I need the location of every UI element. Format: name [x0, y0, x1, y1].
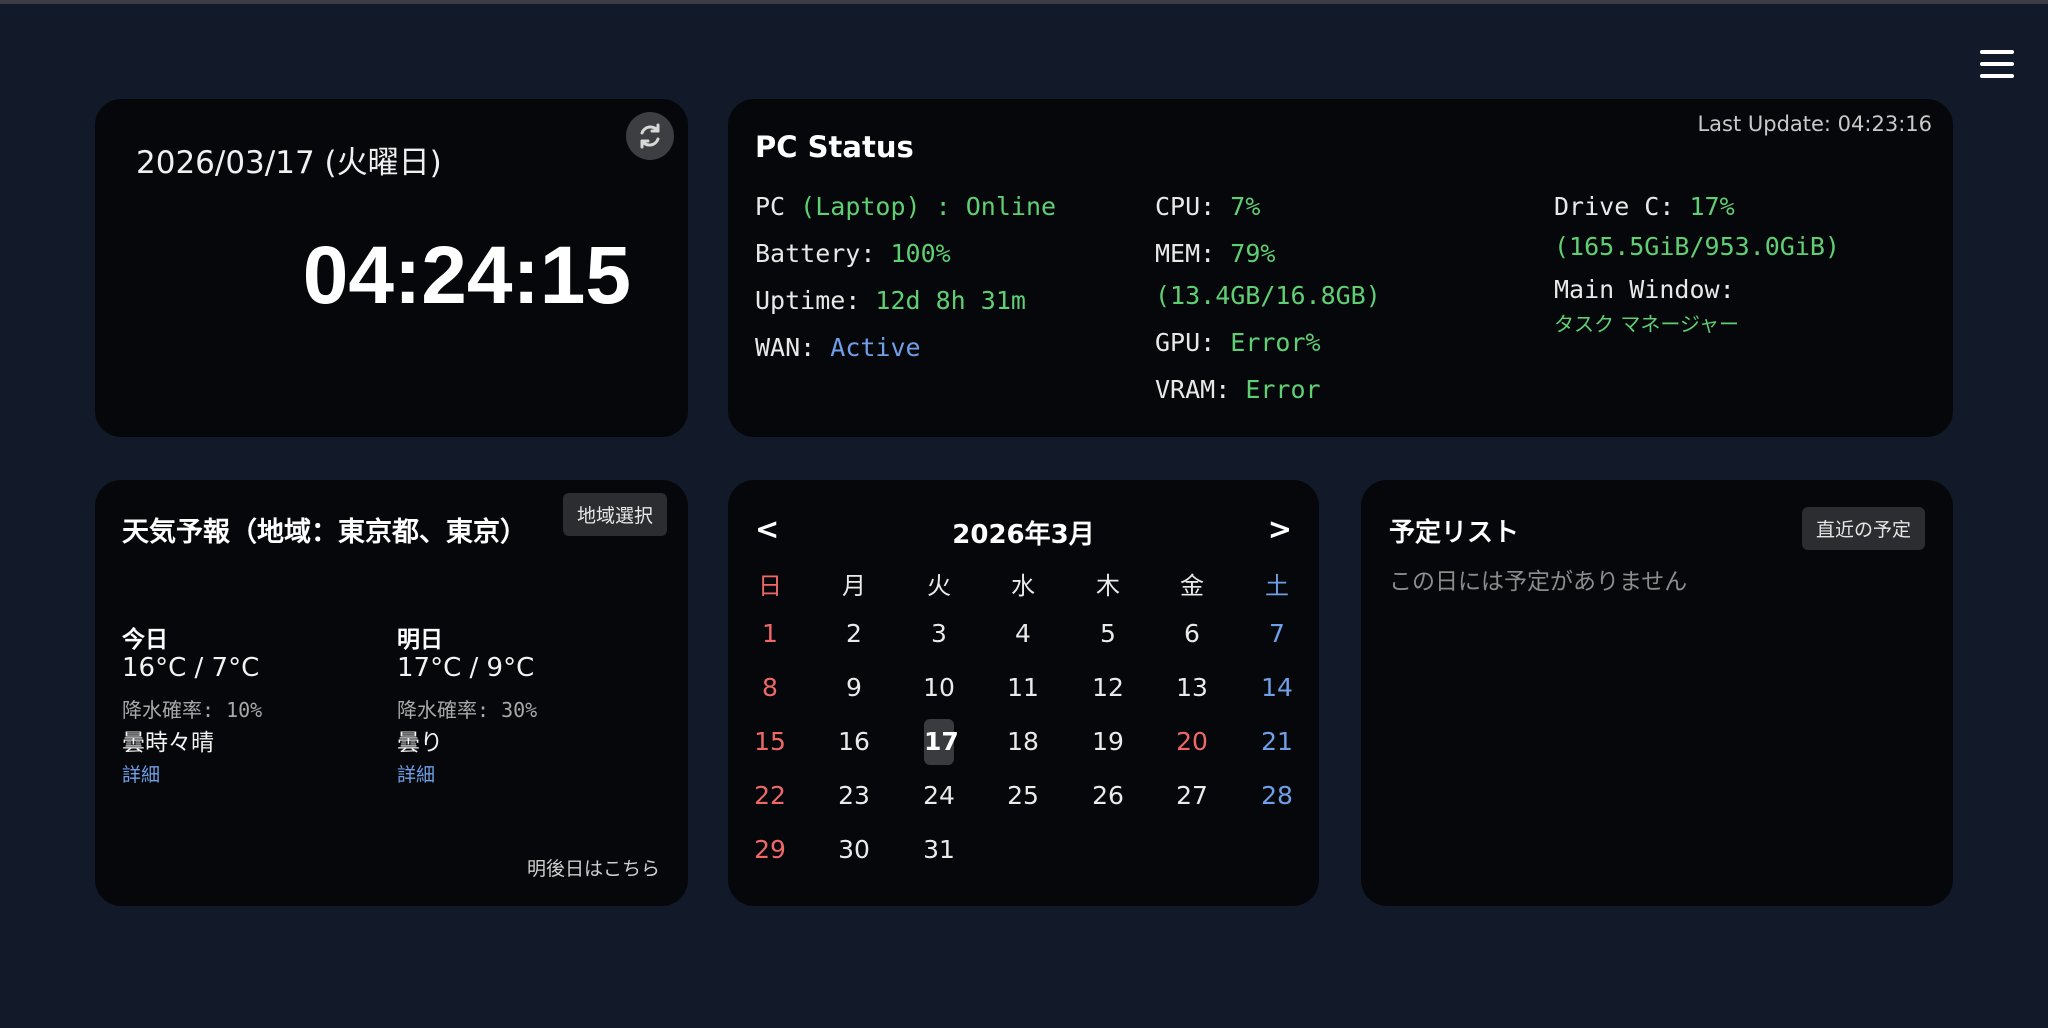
mem-value: 79% — [1230, 239, 1276, 268]
calendar-day[interactable]: 21 — [1257, 722, 1297, 762]
weather-title: 天気予報（地域：東京都、東京） — [122, 517, 527, 548]
drive-row: Drive C: 17% — [1554, 192, 1735, 221]
last-update: Last Update: 04:23:16 — [1697, 112, 1932, 136]
schedule-empty-message: この日には予定がありません — [1389, 569, 1688, 595]
calendar-day[interactable]: 16 — [834, 722, 874, 762]
pc-value: (Laptop) : Online — [800, 192, 1057, 221]
battery-row: Battery: 100% — [755, 239, 951, 268]
calendar-weekday-header: 木 — [1096, 572, 1120, 600]
clock-card: 2026/03/17 (火曜日) 04:24:15 — [95, 99, 688, 437]
tomorrow-condition: 曇り — [397, 730, 443, 756]
gpu-value: Error% — [1230, 328, 1321, 357]
calendar-day[interactable]: 22 — [750, 776, 790, 816]
calendar-weekday-header: 金 — [1180, 572, 1204, 600]
calendar-day[interactable]: 5 — [1088, 614, 1128, 654]
drive-value: 17% — [1689, 192, 1735, 221]
gpu-row: GPU: Error% — [1155, 328, 1321, 357]
calendar-day[interactable]: 7 — [1257, 614, 1297, 654]
refresh-icon[interactable] — [626, 112, 674, 160]
calendar-day[interactable]: 12 — [1088, 668, 1128, 708]
tomorrow-label: 明日 — [397, 627, 443, 653]
calendar-day[interactable]: 18 — [1003, 722, 1043, 762]
calendar-day[interactable]: 11 — [1003, 668, 1043, 708]
calendar-weekday-header: 水 — [1011, 572, 1035, 600]
upcoming-events-button[interactable]: 直近の予定 — [1801, 507, 1925, 550]
calendar-day[interactable]: 6 — [1172, 614, 1212, 654]
calendar-day[interactable]: 24 — [919, 776, 959, 816]
calendar-day[interactable]: 4 — [1003, 614, 1043, 654]
wan-row: WAN: Active — [755, 333, 921, 362]
uptime-label: Uptime: — [755, 286, 861, 315]
wan-label: WAN: — [755, 333, 816, 362]
pc-label: PC — [755, 192, 786, 221]
calendar-day[interactable]: 25 — [1003, 776, 1043, 816]
calendar-day[interactable]: 28 — [1257, 776, 1297, 816]
mem-row: MEM: 79% — [1155, 239, 1275, 268]
pc-online-row: PC (Laptop) : Online — [755, 192, 1056, 221]
calendar-day[interactable]: 13 — [1172, 668, 1212, 708]
schedule-card: 予定リスト 直近の予定 この日には予定がありません — [1361, 480, 1953, 906]
current-time: 04:24:15 — [302, 230, 631, 321]
cpu-label: CPU: — [1155, 192, 1216, 221]
uptime-row: Uptime: 12d 8h 31m — [755, 286, 1026, 315]
pc-status-card: PC Status Last Update: 04:23:16 PC (Lapt… — [728, 99, 1953, 437]
main-window-label: Main Window: — [1554, 275, 1735, 304]
today-temp: 16°C / 7°C — [122, 653, 260, 683]
battery-label: Battery: — [755, 239, 876, 268]
pc-status-title: PC Status — [755, 130, 914, 164]
today-label: 今日 — [122, 627, 168, 653]
calendar-weekday-header: 日 — [758, 572, 782, 600]
calendar-day[interactable]: 3 — [919, 614, 959, 654]
calendar-card: < 2026年3月 > 日月火水木金土 1 2 3 4 5 6 7 8 9 10 11 12 13 14 15… — [728, 480, 1319, 906]
battery-value: 100% — [890, 239, 951, 268]
calendar-day[interactable]: 27 — [1172, 776, 1212, 816]
vram-value: Error — [1245, 375, 1321, 404]
gpu-label: GPU: — [1155, 328, 1216, 357]
calendar-day[interactable]: 19 — [1088, 722, 1128, 762]
calendar-day[interactable]: 8 — [750, 668, 790, 708]
drive-detail: (165.5GiB/953.0GiB) — [1554, 232, 1840, 261]
drive-label: Drive C: — [1554, 192, 1675, 221]
wan-value: Active — [830, 333, 921, 362]
today-condition: 曇時々晴 — [122, 730, 214, 756]
vram-label: VRAM: — [1155, 375, 1231, 404]
calendar-day[interactable]: 10 — [919, 668, 959, 708]
calendar-day[interactable]: 30 — [834, 830, 874, 870]
mem-detail: (13.4GB/16.8GB) — [1155, 281, 1381, 310]
calendar-day[interactable]: 2 — [834, 614, 874, 654]
calendar-day[interactable]: 20 — [1172, 722, 1212, 762]
calendar-day[interactable]: 14 — [1257, 668, 1297, 708]
calendar-day[interactable]: 23 — [834, 776, 874, 816]
top-border — [0, 0, 2048, 4]
calendar-month-title: 2026年3月 — [952, 520, 1095, 550]
main-window-value: タスク マネージャー — [1554, 312, 1739, 336]
schedule-title: 予定リスト — [1389, 518, 1520, 548]
calendar-day[interactable]: 9 — [834, 668, 874, 708]
calendar-day[interactable]: 15 — [750, 722, 790, 762]
calendar-day[interactable]: 31 — [919, 830, 959, 870]
mem-label: MEM: — [1155, 239, 1216, 268]
weather-card: 天気予報（地域：東京都、東京） 地域選択 今日 16°C / 7°C 降水確率:… — [95, 480, 688, 906]
today-detail-link[interactable]: 詳細 — [122, 760, 160, 787]
hamburger-menu-icon[interactable] — [1980, 50, 2014, 80]
tomorrow-detail-link[interactable]: 詳細 — [397, 760, 435, 787]
cpu-value: 7% — [1230, 192, 1261, 221]
calendar-day[interactable]: 26 — [1088, 776, 1128, 816]
current-date: 2026/03/17 (火曜日) — [136, 145, 442, 181]
tomorrow-rain: 降水確率: 30% — [397, 698, 538, 722]
uptime-value: 12d 8h 31m — [875, 286, 1026, 315]
calendar-day[interactable]: 1 — [750, 614, 790, 654]
today-rain: 降水確率: 10% — [122, 698, 263, 722]
tomorrow-temp: 17°C / 9°C — [397, 653, 535, 683]
day-after-link[interactable]: 明後日はこちら — [527, 854, 660, 881]
calendar-weekday-header: 土 — [1265, 572, 1289, 600]
calendar-day-today[interactable]: 17 — [924, 719, 959, 765]
calendar-weekday-header: 火 — [927, 572, 951, 600]
calendar-day[interactable]: 29 — [750, 830, 790, 870]
cpu-row: CPU: 7% — [1155, 192, 1260, 221]
region-select-button[interactable]: 地域選択 — [563, 493, 668, 536]
vram-row: VRAM: Error — [1155, 375, 1321, 404]
calendar-next-button[interactable]: > — [1268, 512, 1292, 546]
calendar-weekday-header: 月 — [842, 572, 866, 600]
